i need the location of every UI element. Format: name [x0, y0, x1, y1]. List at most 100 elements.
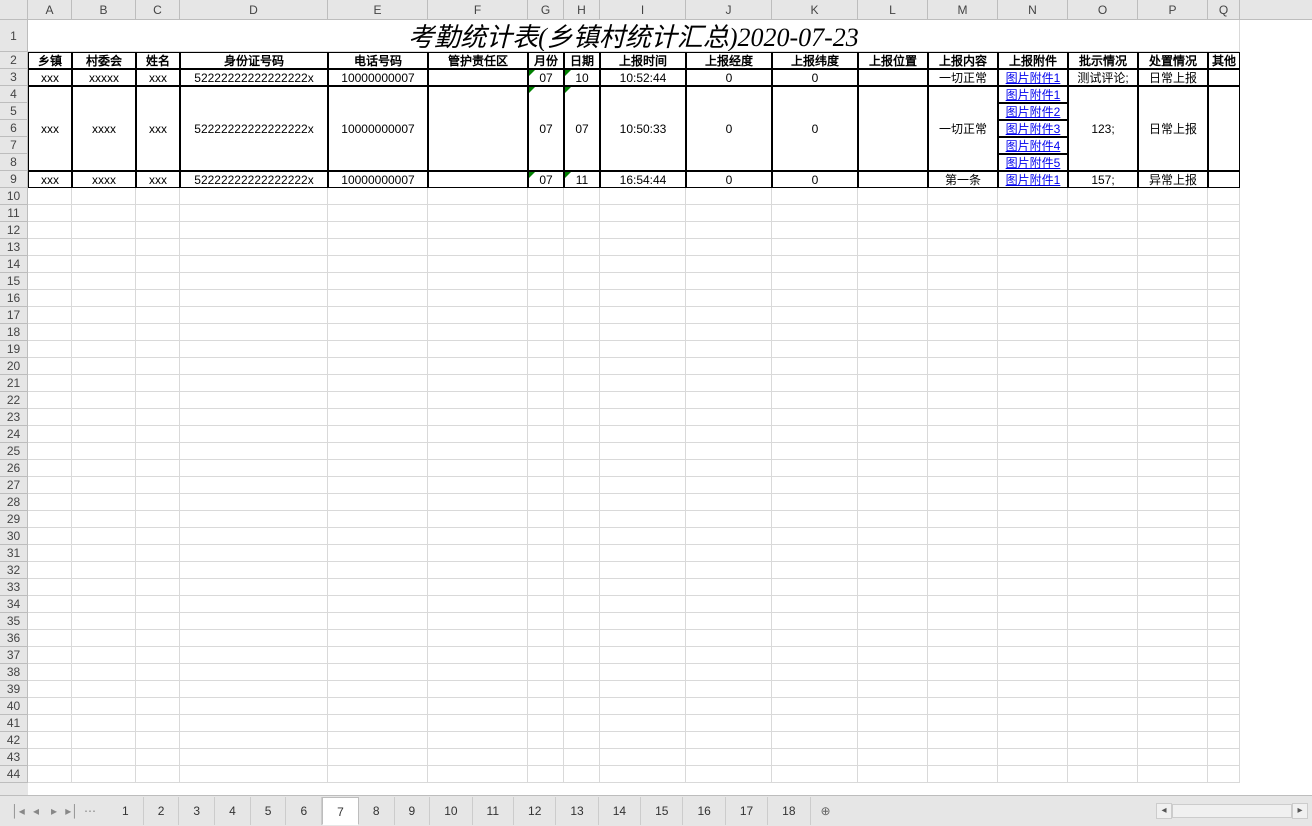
cell-grid[interactable]: 考勤统计表(乡镇村统计汇总)2020-07-23乡镇村委会姓名身份证号码电话号码… [28, 20, 1312, 795]
row-header-14[interactable]: 14 [0, 256, 28, 273]
cell-21-Q[interactable] [1208, 375, 1240, 392]
row-header-35[interactable]: 35 [0, 613, 28, 630]
cell-21-A[interactable] [28, 375, 72, 392]
row-header-6[interactable]: 6 [0, 120, 28, 137]
row-header-23[interactable]: 23 [0, 409, 28, 426]
cell-37-E[interactable] [328, 647, 428, 664]
cell-18-M[interactable] [928, 324, 998, 341]
cell-17-K[interactable] [772, 307, 858, 324]
cell-30-M[interactable] [928, 528, 998, 545]
cell-39-N[interactable] [998, 681, 1068, 698]
cell-33-Q[interactable] [1208, 579, 1240, 596]
row-header-29[interactable]: 29 [0, 511, 28, 528]
row-header-1[interactable]: 1 [0, 20, 28, 52]
attachment-1-0[interactable]: 图片附件1 [998, 86, 1068, 103]
cell-33-I[interactable] [600, 579, 686, 596]
cell-38-E[interactable] [328, 664, 428, 681]
cell-13-E[interactable] [328, 239, 428, 256]
cell-26-O[interactable] [1068, 460, 1138, 477]
cell-16-C[interactable] [136, 290, 180, 307]
cell-39-E[interactable] [328, 681, 428, 698]
cell-43-F[interactable] [428, 749, 528, 766]
cell-36-L[interactable] [858, 630, 928, 647]
cell-19-G[interactable] [528, 341, 564, 358]
cell-29-F[interactable] [428, 511, 528, 528]
cell-14-H[interactable] [564, 256, 600, 273]
cell-34-M[interactable] [928, 596, 998, 613]
cell-21-G[interactable] [528, 375, 564, 392]
sheet-tab-13[interactable]: 13 [556, 797, 598, 825]
cell-27-E[interactable] [328, 477, 428, 494]
cell-39-K[interactable] [772, 681, 858, 698]
cell-40-H[interactable] [564, 698, 600, 715]
tab-next-icon[interactable]: ▸ [46, 803, 62, 819]
cell-34-G[interactable] [528, 596, 564, 613]
cell-25-K[interactable] [772, 443, 858, 460]
column-header-K[interactable]: K [772, 0, 858, 20]
cell-22-Q[interactable] [1208, 392, 1240, 409]
cell-32-C[interactable] [136, 562, 180, 579]
sheet-tab-17[interactable]: 17 [726, 797, 768, 825]
cell-30-O[interactable] [1068, 528, 1138, 545]
cell-16-Q[interactable] [1208, 290, 1240, 307]
cell-20-B[interactable] [72, 358, 136, 375]
row-header-34[interactable]: 34 [0, 596, 28, 613]
cell-14-J[interactable] [686, 256, 772, 273]
cell-29-E[interactable] [328, 511, 428, 528]
cell-27-C[interactable] [136, 477, 180, 494]
cell-34-E[interactable] [328, 596, 428, 613]
cell-38-K[interactable] [772, 664, 858, 681]
cell-21-E[interactable] [328, 375, 428, 392]
cell-43-N[interactable] [998, 749, 1068, 766]
cell-42-P[interactable] [1138, 732, 1208, 749]
cell-30-J[interactable] [686, 528, 772, 545]
cell-26-M[interactable] [928, 460, 998, 477]
cell-12-H[interactable] [564, 222, 600, 239]
cell-44-Q[interactable] [1208, 766, 1240, 783]
cell-15-C[interactable] [136, 273, 180, 290]
cell-35-A[interactable] [28, 613, 72, 630]
cell-11-F[interactable] [428, 205, 528, 222]
cell-33-L[interactable] [858, 579, 928, 596]
cell-19-F[interactable] [428, 341, 528, 358]
attachment-1-1-link[interactable]: 图片附件2 [1006, 103, 1061, 120]
cell-41-J[interactable] [686, 715, 772, 732]
cell-11-G[interactable] [528, 205, 564, 222]
tab-last-icon[interactable]: ▸│ [64, 803, 80, 819]
cell-33-O[interactable] [1068, 579, 1138, 596]
cell-10-F[interactable] [428, 188, 528, 205]
cell-21-M[interactable] [928, 375, 998, 392]
cell-41-K[interactable] [772, 715, 858, 732]
cell-14-M[interactable] [928, 256, 998, 273]
cell-23-O[interactable] [1068, 409, 1138, 426]
cell-24-H[interactable] [564, 426, 600, 443]
cell-41-F[interactable] [428, 715, 528, 732]
column-header-O[interactable]: O [1068, 0, 1138, 20]
cell-30-G[interactable] [528, 528, 564, 545]
cell-37-H[interactable] [564, 647, 600, 664]
cell-17-L[interactable] [858, 307, 928, 324]
cell-10-K[interactable] [772, 188, 858, 205]
cell-42-K[interactable] [772, 732, 858, 749]
cell-28-K[interactable] [772, 494, 858, 511]
cell-19-B[interactable] [72, 341, 136, 358]
cell-22-J[interactable] [686, 392, 772, 409]
cell-17-N[interactable] [998, 307, 1068, 324]
cell-13-C[interactable] [136, 239, 180, 256]
cell-17-C[interactable] [136, 307, 180, 324]
attachment-1-2[interactable]: 图片附件3 [998, 120, 1068, 137]
cell-35-J[interactable] [686, 613, 772, 630]
cell-42-D[interactable] [180, 732, 328, 749]
cell-13-G[interactable] [528, 239, 564, 256]
cell-18-K[interactable] [772, 324, 858, 341]
cell-38-B[interactable] [72, 664, 136, 681]
sheet-tab-2[interactable]: 2 [144, 797, 180, 825]
sheet-tab-3[interactable]: 3 [179, 797, 215, 825]
cell-27-Q[interactable] [1208, 477, 1240, 494]
cell-42-O[interactable] [1068, 732, 1138, 749]
cell-32-I[interactable] [600, 562, 686, 579]
cell-26-P[interactable] [1138, 460, 1208, 477]
cell-33-P[interactable] [1138, 579, 1208, 596]
cell-16-G[interactable] [528, 290, 564, 307]
cell-18-L[interactable] [858, 324, 928, 341]
